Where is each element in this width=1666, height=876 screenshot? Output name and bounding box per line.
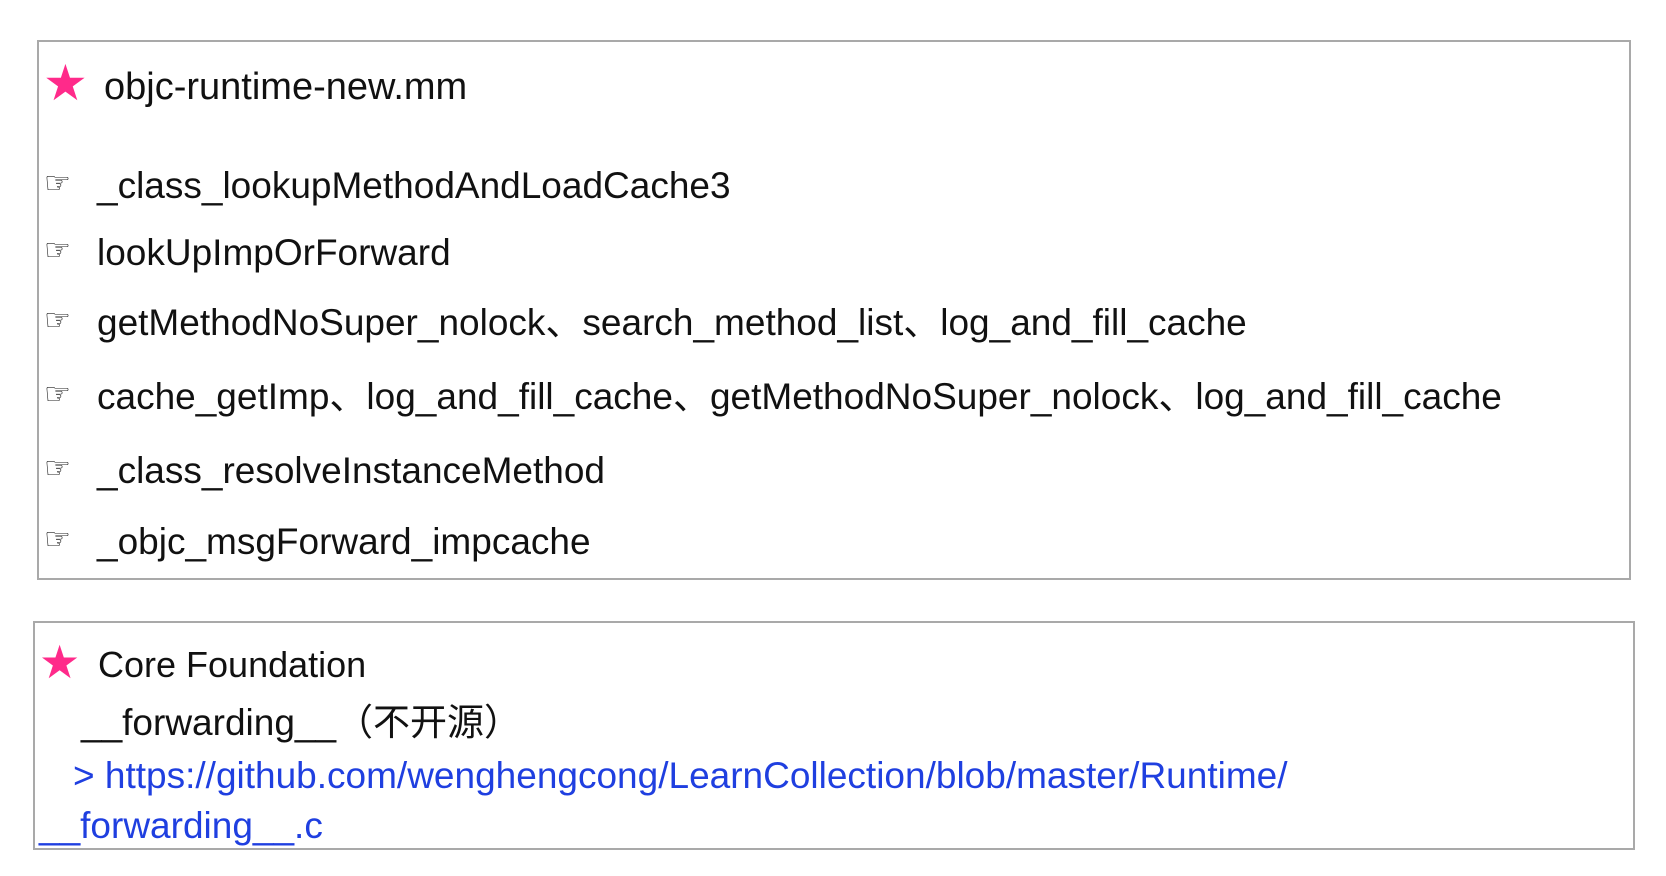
section-title-core-foundation: Core Foundation bbox=[98, 644, 367, 685]
github-link[interactable]: > https://github.com/wenghengcong/LearnC… bbox=[73, 757, 1288, 794]
list-item: _class_resolveInstanceMethod bbox=[97, 450, 606, 491]
list-item: _class_lookupMethodAndLoadCache3 bbox=[97, 165, 731, 206]
star-icon: ★ bbox=[39, 635, 81, 689]
core-foundation-section-box: ★ Core Foundation __forwarding__（不开源） > … bbox=[33, 621, 1635, 850]
forwarding-label: __forwarding__（不开源） bbox=[81, 702, 522, 743]
pointing-hand-icon: ☞ bbox=[44, 233, 71, 268]
pointing-hand-icon: ☞ bbox=[44, 166, 71, 201]
list-item: lookUpImpOrForward bbox=[97, 232, 451, 273]
pointing-hand-icon: ☞ bbox=[44, 377, 71, 412]
pointing-hand-icon: ☞ bbox=[44, 522, 71, 557]
star-icon: ★ bbox=[43, 54, 88, 112]
github-link-continuation[interactable]: __forwarding__.c bbox=[39, 807, 323, 844]
pointing-hand-icon: ☞ bbox=[44, 303, 71, 338]
list-item: getMethodNoSuper_nolock、search_method_li… bbox=[97, 302, 1247, 343]
section-title-runtime: objc-runtime-new.mm bbox=[104, 66, 468, 108]
list-item: _objc_msgForward_impcache bbox=[97, 521, 591, 562]
list-item: cache_getImp、log_and_fill_cache、getMetho… bbox=[97, 376, 1502, 417]
pointing-hand-icon: ☞ bbox=[44, 451, 71, 486]
runtime-section-box: ★ objc-runtime-new.mm ☞ _class_lookupMet… bbox=[37, 40, 1631, 580]
